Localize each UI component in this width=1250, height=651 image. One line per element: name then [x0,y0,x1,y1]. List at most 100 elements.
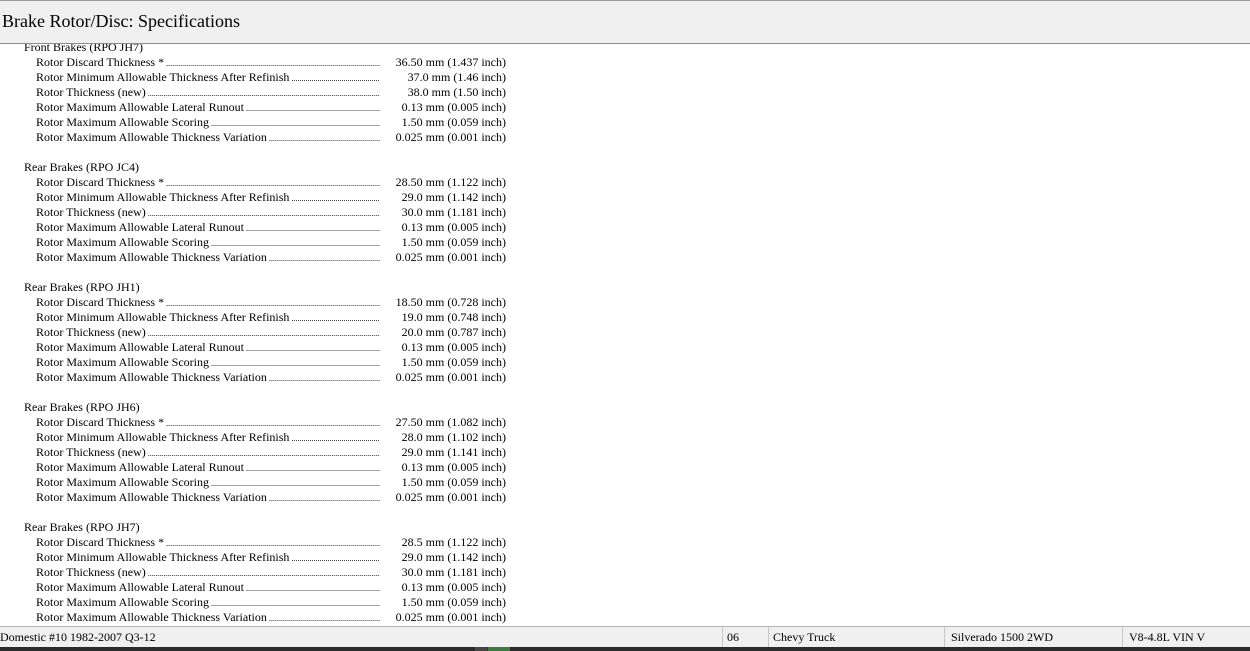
spec-row: Rotor Discard Thickness *27.50 mm (1.082… [0,415,506,430]
spec-row: Rotor Minimum Allowable Thickness After … [0,310,506,325]
spec-label: Rotor Minimum Allowable Thickness After … [36,70,396,86]
spec-label: Rotor Maximum Allowable Scoring [36,115,396,131]
spec-row: Rotor Maximum Allowable Scoring1.50 mm (… [0,595,506,610]
spec-label: Rotor Minimum Allowable Thickness After … [36,310,396,326]
spec-value: 19.0 mm (0.748 inch) [380,310,506,325]
spec-label: Rotor Minimum Allowable Thickness After … [36,550,396,566]
spec-value: 28.0 mm (1.102 inch) [380,430,506,445]
spec-value: 0.025 mm (0.001 inch) [380,610,506,625]
spec-value: 1.50 mm (0.059 inch) [380,235,506,250]
taskbar-strip [0,647,1250,651]
spec-label: Rotor Thickness (new) [36,325,396,341]
spec-value: 36.50 mm (1.437 inch) [380,55,506,70]
spec-label: Rotor Minimum Allowable Thickness After … [36,190,396,206]
spec-row: Rotor Thickness (new)30.0 mm (1.181 inch… [0,565,506,580]
spec-section-rear-jh1: Rear Brakes (RPO JH1) Rotor Discard Thic… [0,280,506,385]
spec-row: Rotor Maximum Allowable Thickness Variat… [0,130,506,145]
spec-section-rear-jc4: Rear Brakes (RPO JC4) Rotor Discard Thic… [0,160,506,265]
spec-row: Rotor Maximum Allowable Thickness Variat… [0,490,506,505]
title-bar: Brake Rotor/Disc: Specifications [0,0,1250,44]
spec-row: Rotor Minimum Allowable Thickness After … [0,70,506,85]
spec-label: Rotor Maximum Allowable Scoring [36,355,396,371]
page-title: Brake Rotor/Disc: Specifications [2,11,240,31]
spec-row: Rotor Maximum Allowable Lateral Runout0.… [0,580,506,595]
spec-label: Rotor Thickness (new) [36,565,396,581]
spec-row: Rotor Maximum Allowable Lateral Runout0.… [0,460,506,475]
spec-label: Rotor Discard Thickness * [36,295,396,311]
spec-value: 20.0 mm (0.787 inch) [380,325,506,340]
spec-row: Rotor Maximum Allowable Thickness Variat… [0,250,506,265]
spec-row: Rotor Thickness (new)29.0 mm (1.141 inch… [0,445,506,460]
spec-row: Rotor Maximum Allowable Scoring1.50 mm (… [0,475,506,490]
spec-row: Rotor Discard Thickness *36.50 mm (1.437… [0,55,506,70]
spec-value: 0.13 mm (0.005 inch) [380,340,506,355]
spec-value: 0.025 mm (0.001 inch) [380,130,506,145]
spec-value: 0.13 mm (0.005 inch) [380,460,506,475]
spec-value: 0.13 mm (0.005 inch) [380,580,506,595]
spec-label: Rotor Maximum Allowable Scoring [36,595,396,611]
spec-value: 1.50 mm (0.059 inch) [380,475,506,490]
spec-value: 1.50 mm (0.059 inch) [380,355,506,370]
spec-row: Rotor Discard Thickness *18.50 mm (0.728… [0,295,506,310]
section-title: Rear Brakes (RPO JH1) [24,280,140,294]
section-title: Rear Brakes (RPO JH7) [24,520,140,534]
section-title: Rear Brakes (RPO JC4) [24,160,139,174]
spec-label: Rotor Maximum Allowable Thickness Variat… [36,130,396,146]
spec-value: 30.0 mm (1.181 inch) [380,205,506,220]
spec-value: 1.50 mm (0.059 inch) [380,115,506,130]
spec-label: Rotor Thickness (new) [36,205,396,221]
spec-row: Rotor Minimum Allowable Thickness After … [0,430,506,445]
spec-row: Rotor Minimum Allowable Thickness After … [0,190,506,205]
spec-label: Rotor Maximum Allowable Thickness Variat… [36,610,396,626]
spec-row: Rotor Maximum Allowable Scoring1.50 mm (… [0,235,506,250]
spec-label: Rotor Maximum Allowable Lateral Runout [36,100,396,116]
spec-row: Rotor Thickness (new)38.0 mm (1.50 inch) [0,85,506,100]
spec-value: 0.025 mm (0.001 inch) [380,370,506,385]
spec-label: Rotor Maximum Allowable Thickness Variat… [36,490,396,506]
spec-value: 18.50 mm (0.728 inch) [380,295,506,310]
spec-label: Rotor Maximum Allowable Scoring [36,475,396,491]
spec-label: Rotor Maximum Allowable Scoring [36,235,396,251]
status-database: Domestic #10 1982-2007 Q3-12 [0,630,156,644]
spec-row: Rotor Maximum Allowable Scoring1.50 mm (… [0,355,506,370]
spec-row: Rotor Thickness (new)20.0 mm (0.787 inch… [0,325,506,340]
taskbar-active-indicator [488,647,510,651]
status-year: 06 [722,627,768,647]
section-title: Front Brakes (RPO JH7) [24,44,143,54]
spec-section-rear-jh6: Rear Brakes (RPO JH6) Rotor Discard Thic… [0,400,506,505]
spec-label: Rotor Discard Thickness * [36,55,396,71]
spec-value: 1.50 mm (0.059 inch) [380,595,506,610]
spec-label: Rotor Maximum Allowable Lateral Runout [36,580,396,596]
spec-value: 28.5 mm (1.122 inch) [380,535,506,550]
spec-label: Rotor Maximum Allowable Lateral Runout [36,220,396,236]
spec-label: Rotor Discard Thickness * [36,175,396,191]
status-engine: V8-4.8L VIN V [1122,627,1250,647]
spec-value: 0.025 mm (0.001 inch) [380,490,506,505]
spec-row: Rotor Minimum Allowable Thickness After … [0,550,506,565]
spec-value: 37.0 mm (1.46 inch) [380,70,506,85]
spec-row: Rotor Maximum Allowable Lateral Runout0.… [0,340,506,355]
spec-label: Rotor Thickness (new) [36,445,396,461]
spec-label: Rotor Maximum Allowable Lateral Runout [36,460,396,476]
spec-row: Rotor Maximum Allowable Scoring1.50 mm (… [0,115,506,130]
spec-row: Rotor Maximum Allowable Thickness Variat… [0,370,506,385]
section-title: Rear Brakes (RPO JH6) [24,400,140,414]
spec-value: 29.0 mm (1.141 inch) [380,445,506,460]
spec-value: 29.0 mm (1.142 inch) [380,190,506,205]
spec-value: 29.0 mm (1.142 inch) [380,550,506,565]
spec-row: Rotor Discard Thickness *28.5 mm (1.122 … [0,535,506,550]
spec-row: Rotor Maximum Allowable Lateral Runout0.… [0,100,506,115]
spec-content: Front Brakes (RPO JH7) Rotor Discard Thi… [0,44,1250,626]
spec-label: Rotor Thickness (new) [36,85,396,101]
spec-value: 28.50 mm (1.122 inch) [380,175,506,190]
spec-label: Rotor Maximum Allowable Thickness Variat… [36,370,396,386]
spec-row: Rotor Maximum Allowable Lateral Runout0.… [0,220,506,235]
spec-label: Rotor Discard Thickness * [36,415,396,431]
spec-label: Rotor Maximum Allowable Lateral Runout [36,340,396,356]
spec-value: 30.0 mm (1.181 inch) [380,565,506,580]
spec-label: Rotor Discard Thickness * [36,535,396,551]
spec-label: Rotor Maximum Allowable Thickness Variat… [36,250,396,266]
spec-row: Rotor Discard Thickness *28.50 mm (1.122… [0,175,506,190]
spec-value: 0.025 mm (0.001 inch) [380,250,506,265]
spec-label: Rotor Minimum Allowable Thickness After … [36,430,396,446]
